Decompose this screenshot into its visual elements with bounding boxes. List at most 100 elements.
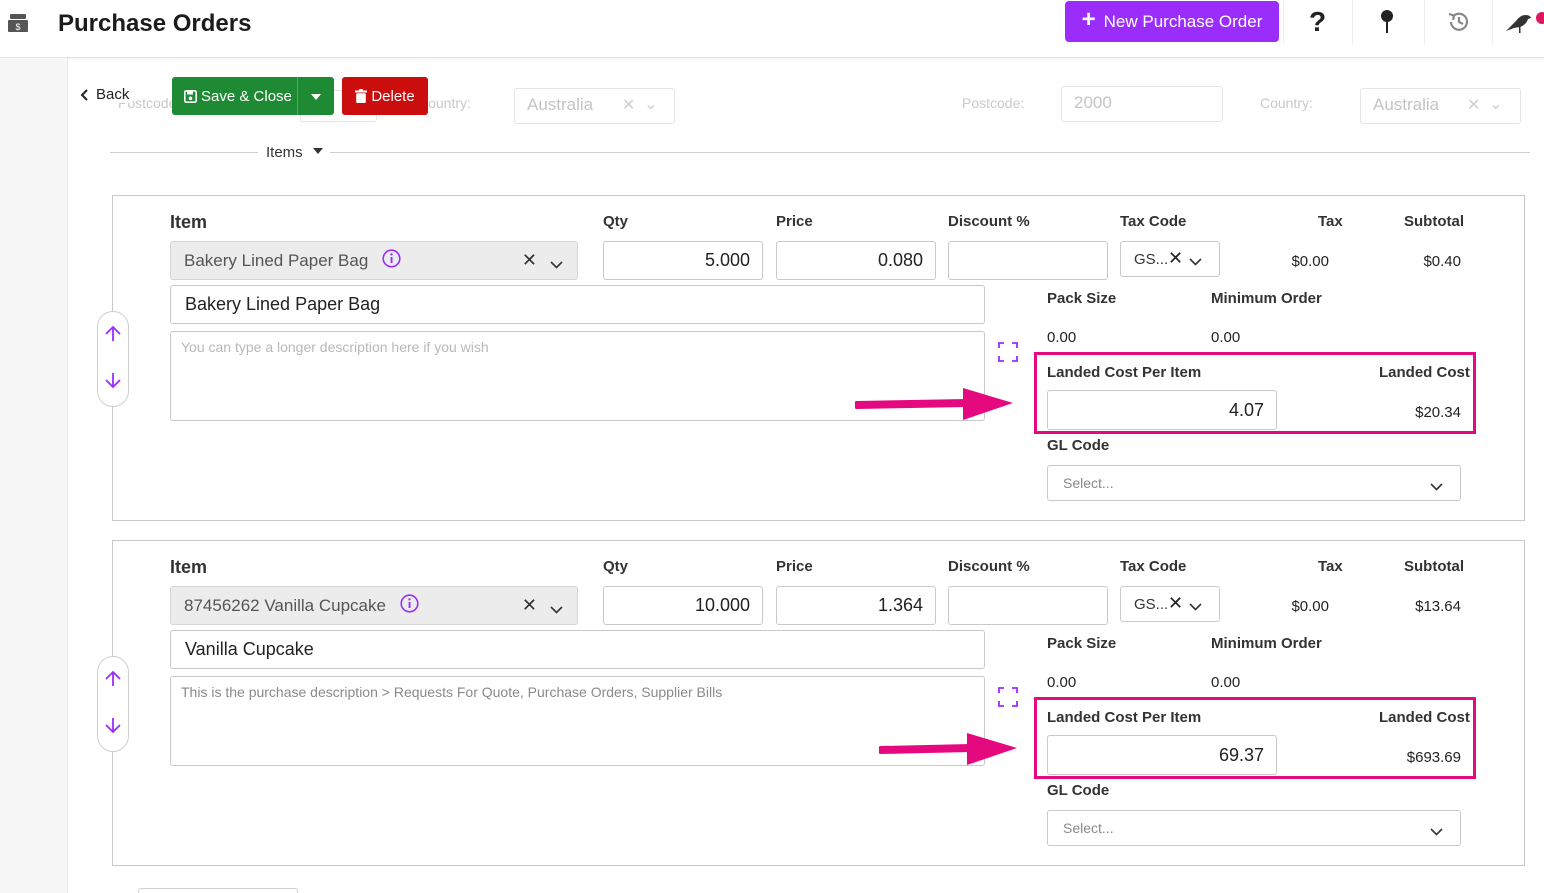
item-label: Item	[170, 212, 208, 232]
country-value-right: Australia	[1373, 95, 1440, 114]
delete-label: Delete	[371, 87, 415, 105]
save-close-label: Save & Close	[201, 87, 292, 105]
qty-label: Qty	[603, 213, 629, 230]
help-icon[interactable]: ?	[1283, 0, 1351, 44]
clear-icon[interactable]: ✕	[1168, 593, 1183, 614]
subtotal-value: $13.64	[1415, 598, 1461, 615]
chevron-down-icon[interactable]: ⌄	[644, 94, 657, 114]
landed-cost-per-item-input[interactable]: 69.37	[1047, 735, 1277, 775]
history-icon[interactable]	[1424, 0, 1492, 44]
pack-size-label: Pack Size	[1047, 290, 1117, 307]
pin-icon[interactable]	[1352, 0, 1420, 44]
info-icon[interactable]	[400, 593, 419, 618]
save-close-button[interactable]: Save & Close	[172, 77, 334, 115]
add-item-control[interactable]	[138, 888, 298, 893]
clear-icon[interactable]: ✕	[522, 595, 537, 616]
tax-code-label: Tax Code	[1120, 558, 1187, 575]
new-purchase-order-button[interactable]: + New Purchase Order	[1065, 1, 1279, 42]
chevron-down-icon[interactable]	[1430, 823, 1443, 839]
expand-icon[interactable]	[998, 342, 1018, 367]
arrow-down-icon[interactable]	[104, 371, 122, 394]
item-select-value: Bakery Lined Paper Bag	[184, 250, 369, 270]
pointer-arrow-icon	[853, 384, 1015, 429]
price-label: Price	[776, 213, 813, 230]
country-value-left: Australia	[527, 95, 594, 114]
tax-code-value: GS...	[1134, 250, 1169, 268]
price-input[interactable]: 0.080	[776, 241, 936, 280]
item-name-input[interactable]: Vanilla Cupcake	[170, 630, 985, 669]
save-options-dropdown[interactable]	[298, 77, 334, 115]
gl-code-select[interactable]: Select...	[1047, 810, 1461, 846]
clear-icon[interactable]: ✕	[1467, 95, 1480, 115]
items-section-toggle[interactable]: Items	[266, 144, 323, 161]
bird-icon[interactable]	[1492, 0, 1544, 44]
tax-code-select[interactable]: GS... ✕	[1120, 241, 1220, 277]
gl-code-select[interactable]: Select...	[1047, 465, 1461, 501]
qty-label: Qty	[603, 558, 629, 575]
description-textarea[interactable]: This is the purchase description > Reque…	[170, 676, 985, 766]
clear-icon[interactable]: ✕	[522, 250, 537, 271]
chevron-down-icon[interactable]	[550, 254, 563, 274]
subtotal-label: Subtotal	[1404, 213, 1464, 230]
delete-button[interactable]: Delete	[342, 77, 428, 115]
item-select[interactable]: Bakery Lined Paper Bag ✕	[170, 241, 578, 280]
tax-code-select[interactable]: GS... ✕	[1120, 586, 1220, 622]
svg-text:$: $	[15, 22, 20, 32]
caret-down-icon	[311, 94, 321, 100]
item-select-value: 87456262 Vanilla Cupcake	[184, 595, 386, 615]
landed-cost-label: Landed Cost	[1379, 709, 1470, 726]
cash-register-icon[interactable]: $	[7, 12, 29, 34]
gl-code-label: GL Code	[1047, 437, 1110, 454]
discount-label: Discount %	[948, 213, 1030, 230]
tax-value: $0.00	[1291, 253, 1329, 270]
price-label: Price	[776, 558, 813, 575]
item-name-input[interactable]: Bakery Lined Paper Bag	[170, 285, 985, 324]
divider	[110, 152, 258, 153]
chevron-down-icon[interactable]	[1189, 598, 1202, 615]
gl-code-label: GL Code	[1047, 782, 1110, 799]
item-select[interactable]: 87456262 Vanilla Cupcake ✕	[170, 586, 578, 625]
arrow-up-icon[interactable]	[104, 670, 122, 693]
qty-input[interactable]: 10.000	[603, 586, 763, 625]
page-title: Purchase Orders	[58, 10, 252, 37]
price-input[interactable]: 1.364	[776, 586, 936, 625]
postcode-label-right: Postcode:	[962, 95, 1025, 111]
pack-size-value: 0.00	[1047, 674, 1077, 691]
landed-cost-per-item-input[interactable]: 4.07	[1047, 390, 1277, 430]
item-card: Item Qty Price Discount % Tax Code Tax S…	[97, 540, 1525, 866]
landed-cost-value: $693.69	[1406, 749, 1461, 766]
postcode-input-right[interactable]: 2000	[1061, 86, 1223, 122]
caret-down-icon	[312, 147, 323, 154]
plus-icon: +	[1081, 6, 1096, 33]
country-label-right: Country:	[1260, 95, 1313, 111]
top-bar: $ Purchase Orders + New Purchase Order ?	[0, 0, 1544, 58]
tax-value: $0.00	[1291, 598, 1329, 615]
chevron-down-icon[interactable]	[1189, 253, 1202, 270]
clear-icon[interactable]: ✕	[622, 95, 635, 115]
chevron-down-icon[interactable]	[1430, 478, 1443, 494]
item-card: Item Qty Price Discount % Tax Code Tax S…	[97, 195, 1525, 521]
discount-input[interactable]	[948, 586, 1108, 625]
chevron-down-icon[interactable]	[550, 599, 563, 619]
arrow-up-icon[interactable]	[104, 325, 122, 348]
arrow-down-icon[interactable]	[104, 716, 122, 739]
pack-size-label: Pack Size	[1047, 635, 1117, 652]
items-section-title: Items	[266, 144, 303, 161]
discount-input[interactable]	[948, 241, 1108, 280]
expand-icon[interactable]	[998, 687, 1018, 712]
back-link[interactable]: Back	[80, 86, 134, 103]
new-purchase-order-label: New Purchase Order	[1103, 11, 1263, 31]
chevron-down-icon[interactable]: ⌄	[1489, 94, 1502, 114]
left-rail	[0, 58, 68, 893]
discount-label: Discount %	[948, 558, 1030, 575]
save-close-main[interactable]: Save & Close	[172, 77, 298, 115]
subtotal-label: Subtotal	[1404, 558, 1464, 575]
tax-label: Tax	[1318, 558, 1343, 575]
chevron-left-icon	[80, 88, 88, 101]
save-icon	[184, 89, 197, 103]
clear-icon[interactable]: ✕	[1168, 248, 1183, 269]
info-icon[interactable]	[382, 248, 401, 273]
gl-code-placeholder: Select...	[1063, 820, 1114, 836]
qty-input[interactable]: 5.000	[603, 241, 763, 280]
notification-dot	[1536, 12, 1544, 24]
